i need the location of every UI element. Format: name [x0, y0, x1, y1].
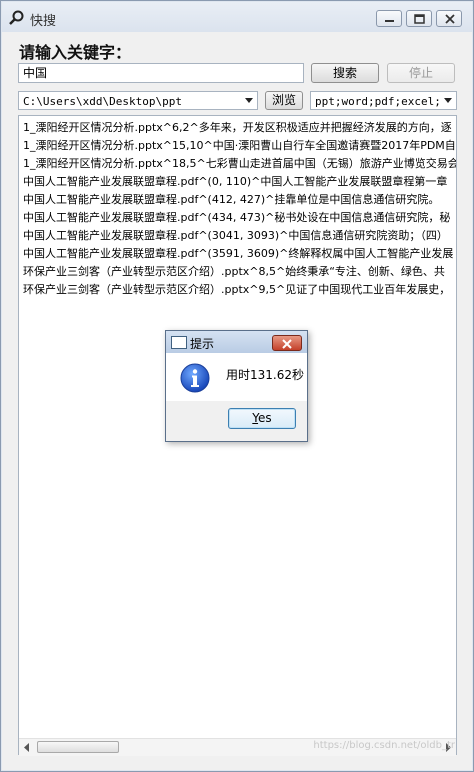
chevron-down-icon: [245, 98, 253, 103]
info-icon: [180, 363, 210, 393]
list-item[interactable]: 1_溧阳经开区情况分析.pptx^6,2^多年来，开发区积极适应并把握经济发展的…: [19, 119, 456, 137]
maximize-button[interactable]: [406, 10, 432, 27]
list-item[interactable]: 1_溧阳经开区情况分析.pptx^18,5^七彩曹山走进首届中国（无锡）旅游产业…: [19, 155, 456, 173]
chevron-down-icon: [444, 98, 452, 103]
dialog-close-button[interactable]: [272, 335, 302, 351]
stop-button[interactable]: 停止: [387, 63, 455, 83]
keyword-label: 请输入关键字：: [19, 43, 132, 62]
app-icon: [9, 10, 24, 25]
close-icon: [445, 14, 455, 24]
dialog-title: 提示: [190, 337, 215, 351]
file-types-combobox[interactable]: ppt;word;pdf;excel;: [310, 91, 457, 110]
list-item[interactable]: 中国人工智能产业发展联盟章程.pdf^(0, 110)^中国人工智能产业发展联盟…: [19, 173, 456, 191]
list-item[interactable]: 环保产业三剑客（产业转型示范区介绍）.pptx^9,5^见证了中国现代工业百年发…: [19, 281, 456, 299]
minimize-button[interactable]: [376, 10, 402, 27]
message-dialog: 提示 用时131.62秒 Yes: [165, 330, 308, 442]
dialog-body: 用时131.62秒: [166, 353, 307, 401]
list-item[interactable]: 1_溧阳经开区情况分析.pptx^15,10^中国·溧阳曹山自行车全国邀请赛暨2…: [19, 137, 456, 155]
maximize-icon: [414, 14, 425, 24]
list-item[interactable]: 中国人工智能产业发展联盟章程.pdf^(412, 427)^挂靠单位是中国信息通…: [19, 191, 456, 209]
list-item[interactable]: 中国人工智能产业发展联盟章程.pdf^(3041, 3093)^中国信息通信研究…: [19, 227, 456, 245]
list-item[interactable]: 中国人工智能产业发展联盟章程.pdf^(3591, 3609)^终解释权属中国人…: [19, 245, 456, 263]
yes-button-label: es: [258, 411, 272, 425]
window-title: 快搜: [30, 14, 57, 29]
browse-button[interactable]: 浏览: [265, 91, 303, 110]
scrollbar-thumb[interactable]: [37, 741, 119, 753]
file-types-value: ppt;word;pdf;excel;: [315, 95, 441, 108]
path-value: C:\Users\xdd\Desktop\ppt: [23, 95, 182, 108]
minimize-icon: [385, 20, 394, 22]
list-item[interactable]: 中国人工智能产业发展联盟章程.pdf^(434, 473)^秘书处设在中国信息通…: [19, 209, 456, 227]
scroll-left-icon[interactable]: [19, 739, 35, 756]
dialog-title-bar[interactable]: 提示: [166, 331, 307, 353]
watermark: https://blog.csdn.net/oldb_tr: [313, 740, 455, 751]
list-item[interactable]: 环保产业三剑客（产业转型示范区介绍）.pptx^8,5^始终秉承“专注、创新、绿…: [19, 263, 456, 281]
keyword-input[interactable]: 中国: [18, 63, 304, 83]
close-icon: [282, 339, 292, 349]
window-icon: [171, 336, 187, 349]
path-combobox[interactable]: C:\Users\xdd\Desktop\ppt: [18, 91, 258, 110]
search-button[interactable]: 搜索: [311, 63, 379, 83]
close-button[interactable]: [436, 10, 462, 27]
title-bar[interactable]: 快搜: [2, 2, 472, 32]
yes-button[interactable]: Yes: [228, 408, 296, 429]
dialog-message: 用时131.62秒: [226, 368, 304, 382]
